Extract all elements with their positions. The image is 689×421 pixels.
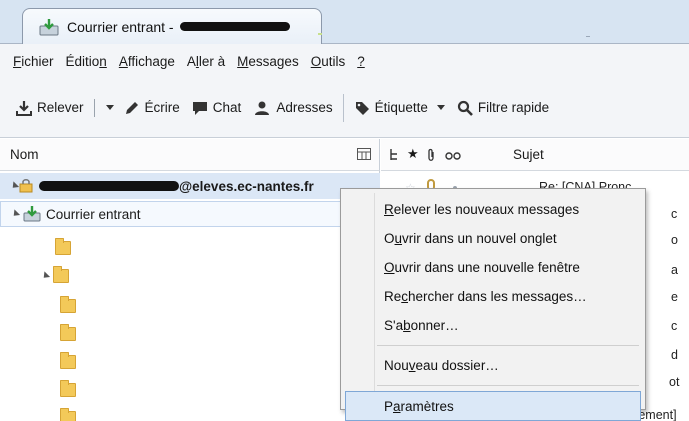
redaction-bar (179, 22, 290, 31)
expand-twisty-icon[interactable] (40, 271, 51, 281)
addresses-label: Adresses (276, 100, 333, 115)
folder-row[interactable] (55, 235, 71, 261)
folder-icon (60, 380, 76, 397)
message-subject: o (671, 233, 678, 247)
menu-separator (377, 345, 639, 346)
folder-row[interactable] (60, 349, 76, 375)
menu-open-new-window[interactable]: Ouvrir dans une nouvelle fenêtre (341, 253, 645, 282)
menu-search-messages[interactable]: Re c hercher dans les messages… (341, 282, 645, 311)
folder-inbox[interactable]: Courrier entrant (0, 201, 370, 227)
menu-new-folder[interactable]: Nou v eau dossier… (341, 351, 645, 380)
download-tray-icon (16, 100, 32, 116)
quick-filter-button[interactable]: Filtre rapide (451, 93, 555, 123)
folder-row[interactable] (40, 263, 69, 289)
message-subject: c (671, 207, 678, 221)
expand-twisty-icon[interactable] (9, 181, 20, 191)
tab-strip: Courrier entrant - (0, 0, 689, 44)
message-subject: e (671, 290, 678, 304)
folder-icon (60, 324, 76, 341)
menu-subscribe[interactable]: S'a b onner… (341, 311, 645, 340)
tag-label: Étiquette (374, 100, 428, 115)
inbox-label: Courrier entrant (46, 206, 141, 222)
message-subject: ot (669, 375, 680, 389)
tag-button[interactable]: Étiquette (348, 93, 451, 123)
menu-open-new-tab[interactable]: Ou vrir dans un nouvel onglet (341, 224, 645, 253)
menu-view[interactable]: Affichage (118, 52, 176, 71)
account-row[interactable]: @eleves.ec-nantes.fr (0, 173, 380, 199)
menu-edit[interactable]: Édition (65, 52, 108, 71)
menu-file[interactable]: Fichier (12, 52, 55, 71)
account-email: @eleves.ec-nantes.fr (179, 178, 314, 194)
menu-get-new-messages[interactable]: Relever les nouveaux messages (341, 195, 645, 224)
account-icon (19, 179, 33, 193)
tag-icon (355, 101, 369, 115)
folder-row[interactable] (60, 293, 76, 319)
write-label: Écrire (144, 100, 180, 115)
chevron-down-icon (436, 105, 445, 110)
message-subject: d (671, 348, 678, 362)
folder-icon (60, 296, 76, 313)
folder-row[interactable] (60, 321, 76, 347)
redaction-bar (39, 181, 179, 191)
folder-icon (55, 238, 71, 255)
chat-button[interactable]: Chat (186, 93, 248, 123)
folder-pane-header[interactable]: Nom (0, 139, 380, 171)
menubar: Fichier Édition Affichage Aller à Messag… (0, 44, 689, 78)
menu-help[interactable]: ? (356, 52, 366, 71)
get-mail-dropdown[interactable] (90, 93, 118, 123)
inbox-download-icon (23, 206, 41, 222)
chat-bubble-icon (192, 101, 207, 115)
menu-tools[interactable]: Outils (310, 52, 347, 71)
message-list-header: ★ Sujet (381, 139, 689, 171)
quick-filter-label: Filtre rapide (477, 100, 550, 115)
read-status-column-icon[interactable] (445, 152, 461, 160)
write-button[interactable]: Écrire (118, 93, 186, 123)
folder-pane: @eleves.ec-nantes.fr Courrier entrant (0, 171, 380, 421)
get-mail-button[interactable]: Relever (10, 93, 90, 123)
tab-end-mark (318, 33, 322, 35)
folder-name-column: Nom (10, 147, 39, 162)
get-mail-label: Relever (37, 100, 84, 115)
folder-context-menu: Relever les nouveaux messages Ou vrir dan… (340, 188, 646, 421)
folder-icon (60, 352, 76, 369)
tab-strip-mark (586, 36, 590, 37)
attachment-column-icon[interactable] (426, 148, 436, 162)
inbox-download-icon (39, 18, 59, 35)
chat-label: Chat (212, 100, 242, 115)
folder-row[interactable] (60, 377, 76, 403)
vertical-divider (93, 98, 95, 117)
folder-icon (53, 266, 69, 283)
menu-messages[interactable]: Messages (236, 52, 300, 71)
tab-inbox[interactable]: Courrier entrant - (22, 8, 322, 44)
menu-properties[interactable]: Pa ramètres (345, 391, 641, 421)
subject-column-header[interactable]: Sujet (513, 147, 544, 162)
message-subject: a (671, 263, 678, 277)
folder-row[interactable] (60, 405, 76, 421)
star-column-icon[interactable]: ★ (407, 146, 419, 162)
menu-separator (377, 385, 639, 386)
message-subject: c (671, 319, 678, 333)
tab-title: Courrier entrant - (67, 18, 174, 35)
column-picker-icon[interactable] (357, 148, 371, 160)
thread-column-icon[interactable] (389, 148, 399, 161)
magnifier-icon (457, 100, 473, 116)
addresses-button[interactable]: Adresses (247, 93, 338, 123)
menu-go[interactable]: Aller à (186, 52, 226, 71)
pencil-icon (125, 101, 138, 114)
chevron-down-icon (105, 105, 114, 110)
people-icon (255, 101, 270, 115)
expand-twisty-icon[interactable] (10, 209, 21, 219)
folder-icon (60, 408, 76, 421)
main-toolbar: Relever Écrire Chat Adresses Étiquette F… (0, 78, 689, 138)
toolbar-separator (342, 93, 344, 122)
